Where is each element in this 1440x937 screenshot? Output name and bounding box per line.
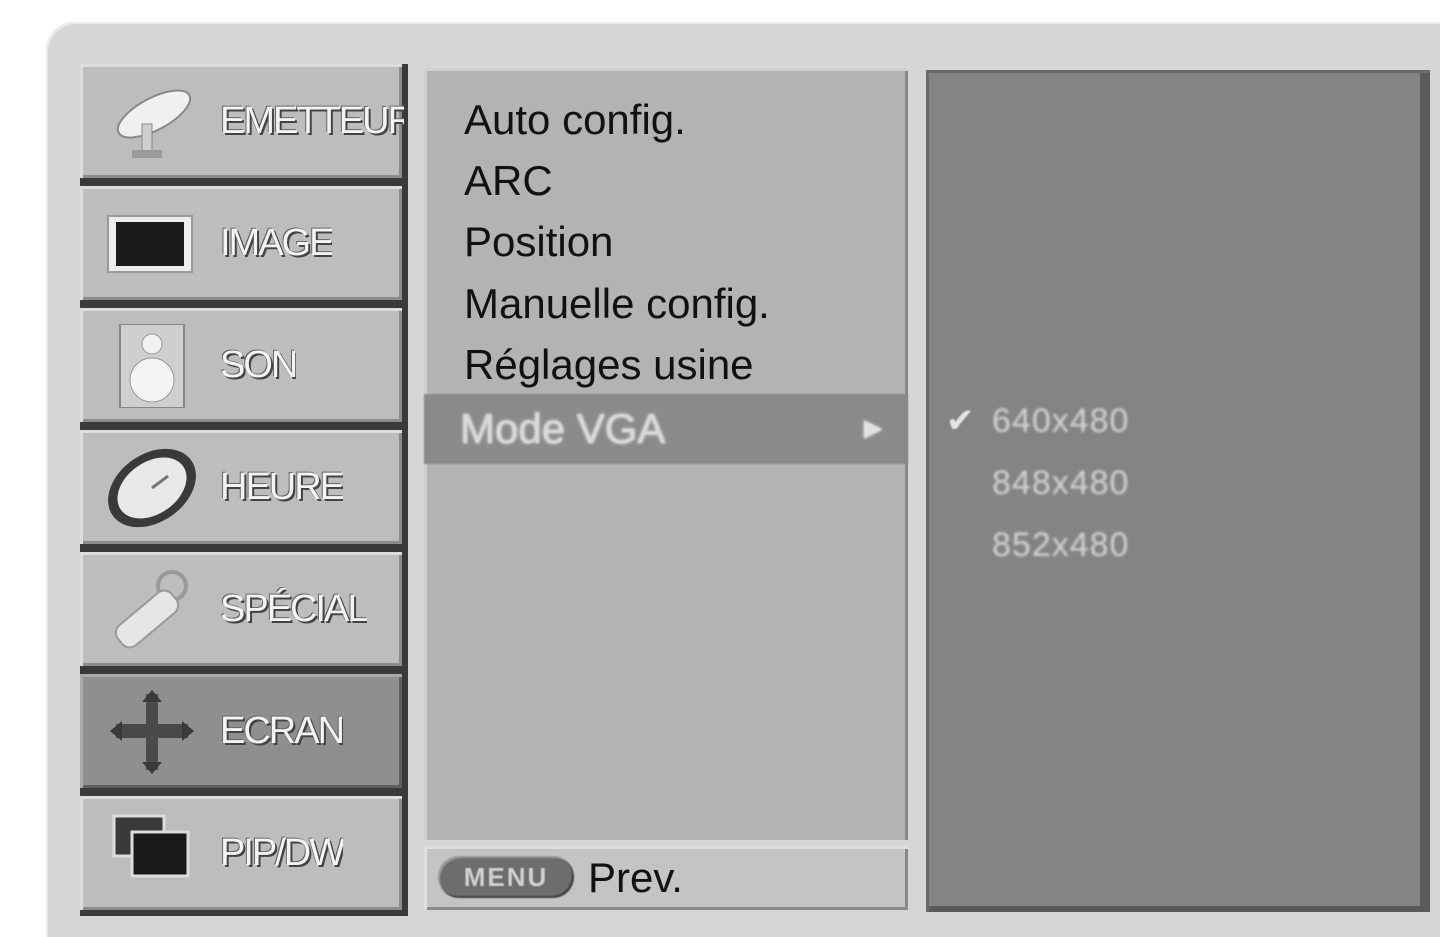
- remote-control-icon: [102, 568, 202, 652]
- vga-mode-submenu: ✔ 640x480 848x480 852x480: [926, 70, 1430, 912]
- sidebar-item-label: EMETTEUR: [220, 100, 404, 142]
- picture-icon: [102, 202, 202, 286]
- menu-item-mode-vga[interactable]: Mode VGA ►: [424, 394, 908, 464]
- sidebar-item-label: HEURE: [220, 466, 344, 508]
- check-mark-icon: ✔: [946, 402, 975, 440]
- menu-key-button[interactable]: MENU: [438, 856, 574, 898]
- menu-item-auto-config[interactable]: Auto config.: [464, 90, 686, 150]
- sidebar-item-label: SPÉCIAL: [220, 588, 367, 630]
- sidebar-item-special[interactable]: SPÉCIAL: [80, 552, 402, 666]
- pip-windows-icon: [102, 812, 202, 896]
- sidebar-item-heure[interactable]: HEURE: [80, 430, 402, 544]
- sidebar-item-image[interactable]: IMAGE: [80, 186, 402, 300]
- menu-footer: MENU Prev.: [424, 846, 908, 910]
- ecran-menu-panel: Auto config. ARC Position Manuelle confi…: [424, 68, 908, 840]
- clock-icon: [102, 446, 202, 530]
- menu-item-label: Mode VGA: [460, 405, 666, 452]
- vga-option-640x480[interactable]: 640x480: [992, 396, 1129, 446]
- move-arrows-icon: [102, 690, 202, 774]
- sidebar-item-pip-dw[interactable]: PIP/DW: [80, 796, 402, 910]
- vga-option-852x480[interactable]: 852x480: [992, 520, 1129, 570]
- sidebar-item-emetteur[interactable]: EMETTEUR: [80, 64, 404, 178]
- satellite-dish-icon: [102, 80, 202, 164]
- menu-item-reglages-usine[interactable]: Réglages usine: [464, 335, 754, 395]
- sidebar-item-son[interactable]: SON: [80, 308, 402, 422]
- sidebar-item-ecran[interactable]: ECRAN: [80, 674, 402, 788]
- menu-item-arc[interactable]: ARC: [464, 151, 553, 211]
- sidebar-item-label: IMAGE: [220, 222, 333, 264]
- sidebar-item-label: ECRAN: [220, 710, 344, 752]
- submenu-arrow-icon: ►: [858, 412, 888, 445]
- vga-option-848x480[interactable]: 848x480: [992, 458, 1129, 508]
- sidebar-item-label: PIP/DW: [220, 832, 344, 874]
- category-sidebar: EMETTEUR IMAGE SON HEURE SPÉCIAL ECRAN P…: [80, 64, 408, 916]
- menu-item-manuelle-config[interactable]: Manuelle config.: [464, 274, 770, 334]
- menu-item-position[interactable]: Position: [464, 212, 613, 272]
- prev-label: Prev.: [588, 854, 683, 901]
- speaker-icon: [102, 324, 202, 408]
- sidebar-item-label: SON: [220, 344, 297, 386]
